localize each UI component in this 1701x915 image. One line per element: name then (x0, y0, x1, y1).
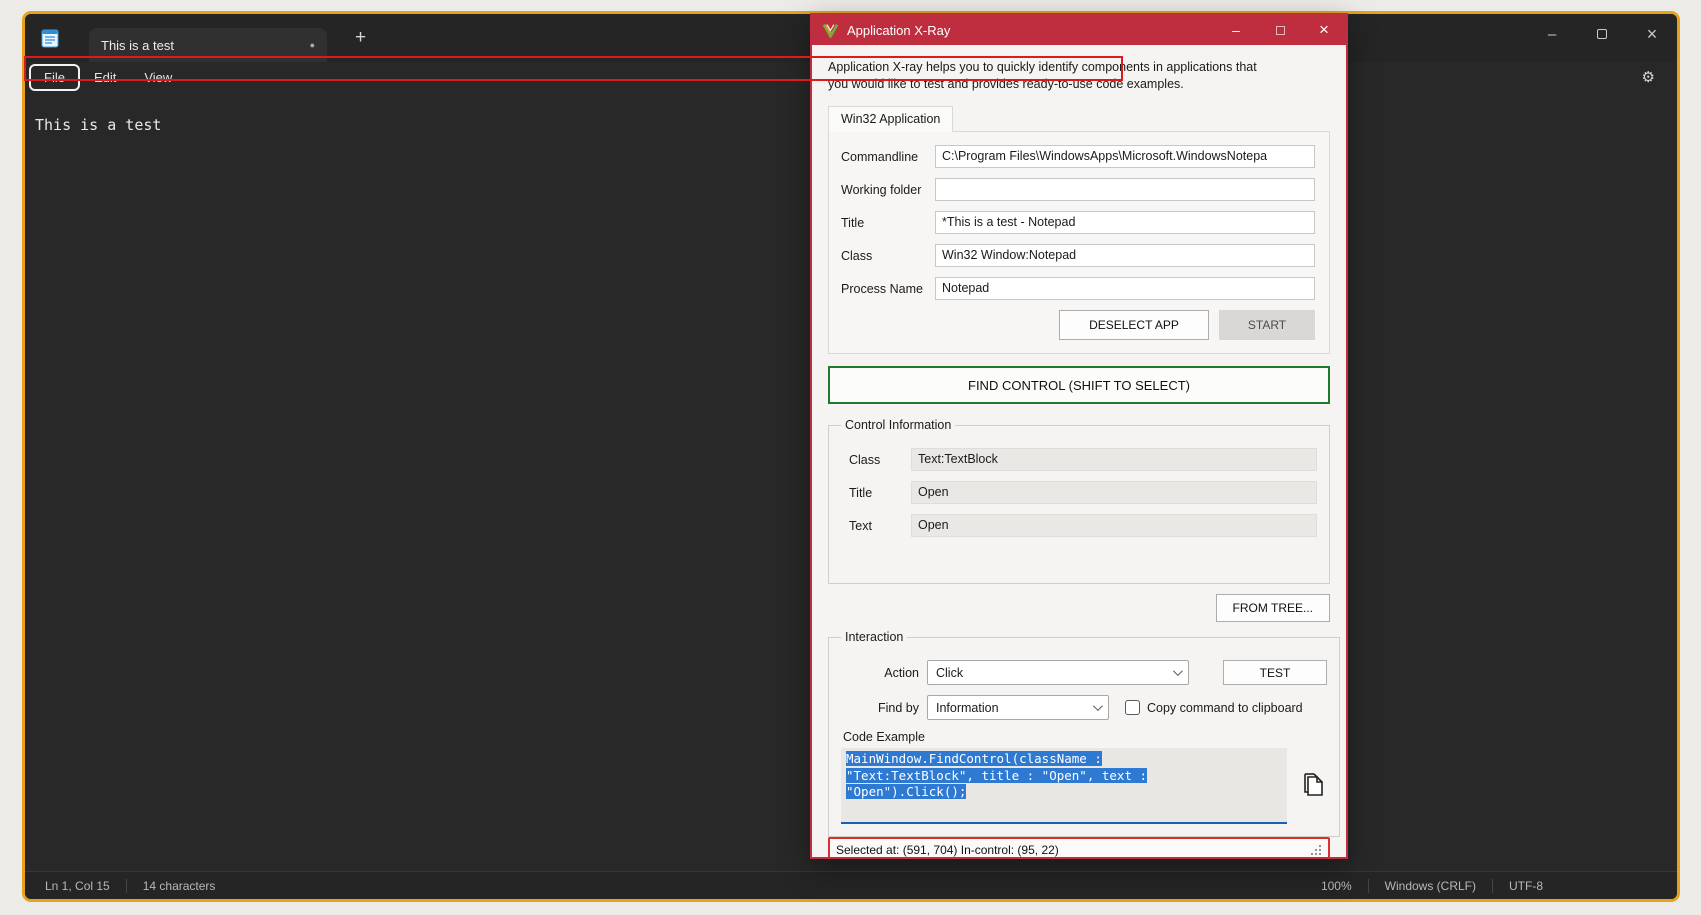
xray-status-text: Selected at: (591, 704) In-control: (95,… (836, 843, 1059, 857)
commandline-input[interactable]: C:\Program Files\WindowsApps\Microsoft.W… (935, 145, 1315, 168)
ci-row-class: Class Text:TextBlock (841, 448, 1317, 471)
action-combobox[interactable]: Click (927, 660, 1189, 685)
xray-window-controls: – × (1214, 15, 1346, 45)
copy-command-label: Copy command to clipboard (1147, 701, 1303, 715)
ci-row-title: Title Open (841, 481, 1317, 504)
ci-text-label: Text (849, 519, 911, 533)
xray-window-title: Application X-Ray (847, 23, 950, 38)
copy-command-checkbox[interactable] (1125, 700, 1140, 715)
status-left: Ln 1, Col 15 14 characters (25, 879, 231, 893)
notepad-status-bar: Ln 1, Col 15 14 characters 100% Windows … (25, 871, 1677, 899)
findby-label: Find by (841, 701, 919, 715)
ci-title-field[interactable]: Open (911, 481, 1317, 504)
status-line-col: Ln 1, Col 15 (29, 879, 126, 893)
field-row-commandline: Commandline C:\Program Files\WindowsApps… (841, 145, 1315, 168)
ci-padding (841, 547, 1317, 571)
status-encoding: UTF-8 (1493, 879, 1559, 893)
menu-file[interactable]: File (29, 64, 80, 91)
notepad-window-controls: – × (1527, 14, 1677, 54)
xray-description: Application X-ray helps you to quickly i… (828, 59, 1330, 93)
commandline-label: Commandline (841, 150, 935, 164)
find-control-button[interactable]: FIND CONTROL (SHIFT TO SELECT) (828, 366, 1330, 404)
xray-logo-icon (822, 23, 839, 38)
process-name-input[interactable]: Notepad (935, 277, 1315, 300)
interaction-group: Interaction Action Click TEST Find by In… (828, 630, 1340, 837)
ci-title-label: Title (849, 486, 911, 500)
field-row-process-name: Process Name Notepad (841, 277, 1315, 300)
xray-maximize-button[interactable] (1258, 15, 1302, 45)
xray-minimize-button[interactable]: – (1214, 15, 1258, 45)
code-row: MainWindow.FindControl(className : "Text… (841, 748, 1327, 824)
close-button[interactable]: × (1627, 14, 1677, 54)
process-name-label: Process Name (841, 282, 935, 296)
tab-title: This is a test (101, 38, 174, 53)
action-row: Action Click TEST (841, 660, 1327, 685)
status-zoom: 100% (1305, 879, 1368, 893)
chevron-down-icon (1093, 701, 1103, 711)
xray-status-bar: Selected at: (591, 704) In-control: (95,… (828, 837, 1330, 857)
code-example-textbox[interactable]: MainWindow.FindControl(className : "Text… (841, 748, 1287, 824)
control-information-group: Control Information Class Text:TextBlock… (828, 418, 1330, 584)
ci-text-field[interactable]: Open (911, 514, 1317, 537)
title-input[interactable]: *This is a test - Notepad (935, 211, 1315, 234)
description-line-1: Application X-ray helps you to quickly i… (828, 59, 1330, 76)
class-input[interactable]: Win32 Window:Notepad (935, 244, 1315, 267)
field-row-working-folder: Working folder (841, 178, 1315, 201)
deselect-app-button[interactable]: DESELECT APP (1059, 310, 1209, 340)
control-information-legend: Control Information (841, 418, 955, 432)
ci-class-label: Class (849, 453, 911, 467)
ci-row-text: Text Open (841, 514, 1317, 537)
findby-value: Information (936, 701, 999, 715)
class-label: Class (841, 249, 935, 263)
code-line-2: "Text:TextBlock", title : "Open", text : (846, 768, 1147, 783)
xray-maximize-icon (1276, 26, 1285, 35)
title-label: Title (841, 216, 935, 230)
unsaved-indicator-dot: ● (310, 40, 315, 50)
notepad-app-icon (41, 28, 59, 48)
test-button[interactable]: TEST (1223, 660, 1327, 685)
notepad-tab[interactable]: This is a test ● (89, 28, 327, 62)
working-folder-input[interactable] (935, 178, 1315, 201)
status-eol: Windows (CRLF) (1369, 879, 1492, 893)
copy-to-clipboard-icon[interactable] (1299, 770, 1327, 802)
ci-class-field[interactable]: Text:TextBlock (911, 448, 1317, 471)
from-tree-row: FROM TREE... (828, 594, 1330, 622)
settings-gear-icon[interactable]: ⚙ (1642, 68, 1655, 86)
status-right: 100% Windows (CRLF) UTF-8 (1305, 879, 1559, 893)
tab-win32-application[interactable]: Win32 Application (828, 106, 953, 132)
xray-body: Application X-ray helps you to quickly i… (812, 45, 1346, 857)
xray-window: Application X-Ray – × Application X-ray … (810, 13, 1348, 859)
xray-title-bar[interactable]: Application X-Ray – × (812, 15, 1346, 45)
findby-row: Find by Information Copy command to clip… (841, 695, 1327, 720)
chevron-down-icon (1173, 666, 1183, 676)
interaction-legend: Interaction (841, 630, 907, 644)
findby-combobox[interactable]: Information (927, 695, 1109, 720)
working-folder-label: Working folder (841, 183, 935, 197)
editor-text: This is a test (35, 116, 161, 134)
new-tab-button[interactable]: + (347, 27, 374, 49)
resize-grip[interactable] (1311, 844, 1322, 855)
code-line-1: MainWindow.FindControl(className : (846, 751, 1102, 766)
win32-application-panel: Commandline C:\Program Files\WindowsApps… (828, 131, 1330, 354)
menu-edit[interactable]: Edit (80, 65, 130, 90)
action-label: Action (841, 666, 919, 680)
xray-close-button[interactable]: × (1302, 15, 1346, 45)
code-line-3: "Open").Click(); (846, 784, 966, 799)
field-row-class: Class Win32 Window:Notepad (841, 244, 1315, 267)
maximize-icon (1597, 29, 1607, 39)
from-tree-button[interactable]: FROM TREE... (1216, 594, 1330, 622)
app-buttons-row: DESELECT APP START (841, 310, 1315, 340)
field-row-title: Title *This is a test - Notepad (841, 211, 1315, 234)
action-value: Click (936, 666, 963, 680)
start-button[interactable]: START (1219, 310, 1315, 340)
status-characters: 14 characters (127, 879, 232, 893)
description-line-2: you would like to test and provides read… (828, 76, 1330, 93)
minimize-button[interactable]: – (1527, 14, 1577, 54)
code-example-label: Code Example (843, 730, 1327, 744)
menu-view[interactable]: View (130, 65, 186, 90)
maximize-button[interactable] (1577, 14, 1627, 54)
